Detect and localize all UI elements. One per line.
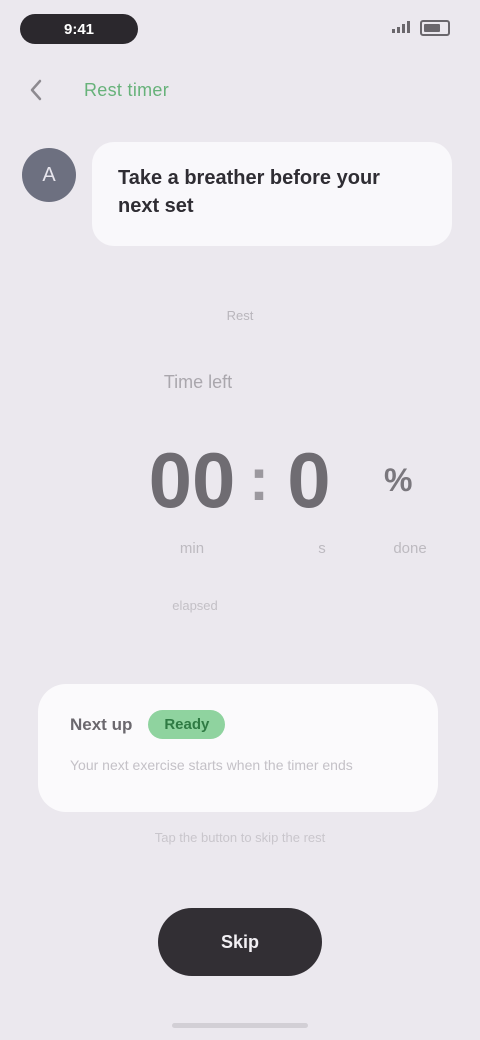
battery-icon: [420, 20, 450, 36]
chevron-left-icon[interactable]: [18, 72, 54, 108]
home-indicator[interactable]: [172, 1023, 308, 1028]
timer-separator: :: [249, 446, 269, 513]
timer-label: Time left: [163, 372, 233, 392]
caption-seconds: s: [318, 540, 326, 557]
assistant-avatar-icon: A: [22, 148, 76, 202]
info-card-label: Next up: [70, 714, 133, 734]
status-icons: [392, 20, 450, 36]
timer-minutes: 00: [148, 436, 236, 524]
timer-hint: Rest: [226, 308, 254, 323]
app-screen: 9:41 Rest timer A Take a breather before…: [0, 0, 480, 1040]
header: Rest timer: [18, 70, 450, 110]
avatar-initial: A: [42, 163, 56, 186]
info-card-text: Your next exercise starts when the timer…: [70, 757, 353, 773]
footnote: Tap the button to skip the rest: [154, 830, 326, 845]
timer-subcaption: elapsed: [172, 598, 218, 613]
info-card-header: Next up Ready: [70, 710, 406, 739]
timer-display: 00 : 0 %: [140, 430, 413, 530]
status-time: 9:41: [20, 14, 138, 44]
status-badge: Ready: [148, 710, 226, 739]
skip-button[interactable]: Skip: [158, 908, 322, 976]
page-title: Rest timer: [84, 79, 170, 100]
status-bar: 9:41: [20, 10, 450, 50]
timer-unit: %: [384, 461, 413, 498]
assistant-message-text: Take a breather before your next set: [118, 167, 380, 217]
caption-unit: done: [393, 540, 427, 557]
caption-minutes: min: [179, 540, 205, 557]
timer-seconds: 0: [287, 436, 331, 524]
info-card: Next up Ready Your next exercise starts …: [38, 684, 438, 812]
signal-icon: [392, 20, 412, 36]
timer-captions: min s done: [140, 540, 450, 570]
assistant-message: Take a breather before your next set: [92, 142, 452, 246]
